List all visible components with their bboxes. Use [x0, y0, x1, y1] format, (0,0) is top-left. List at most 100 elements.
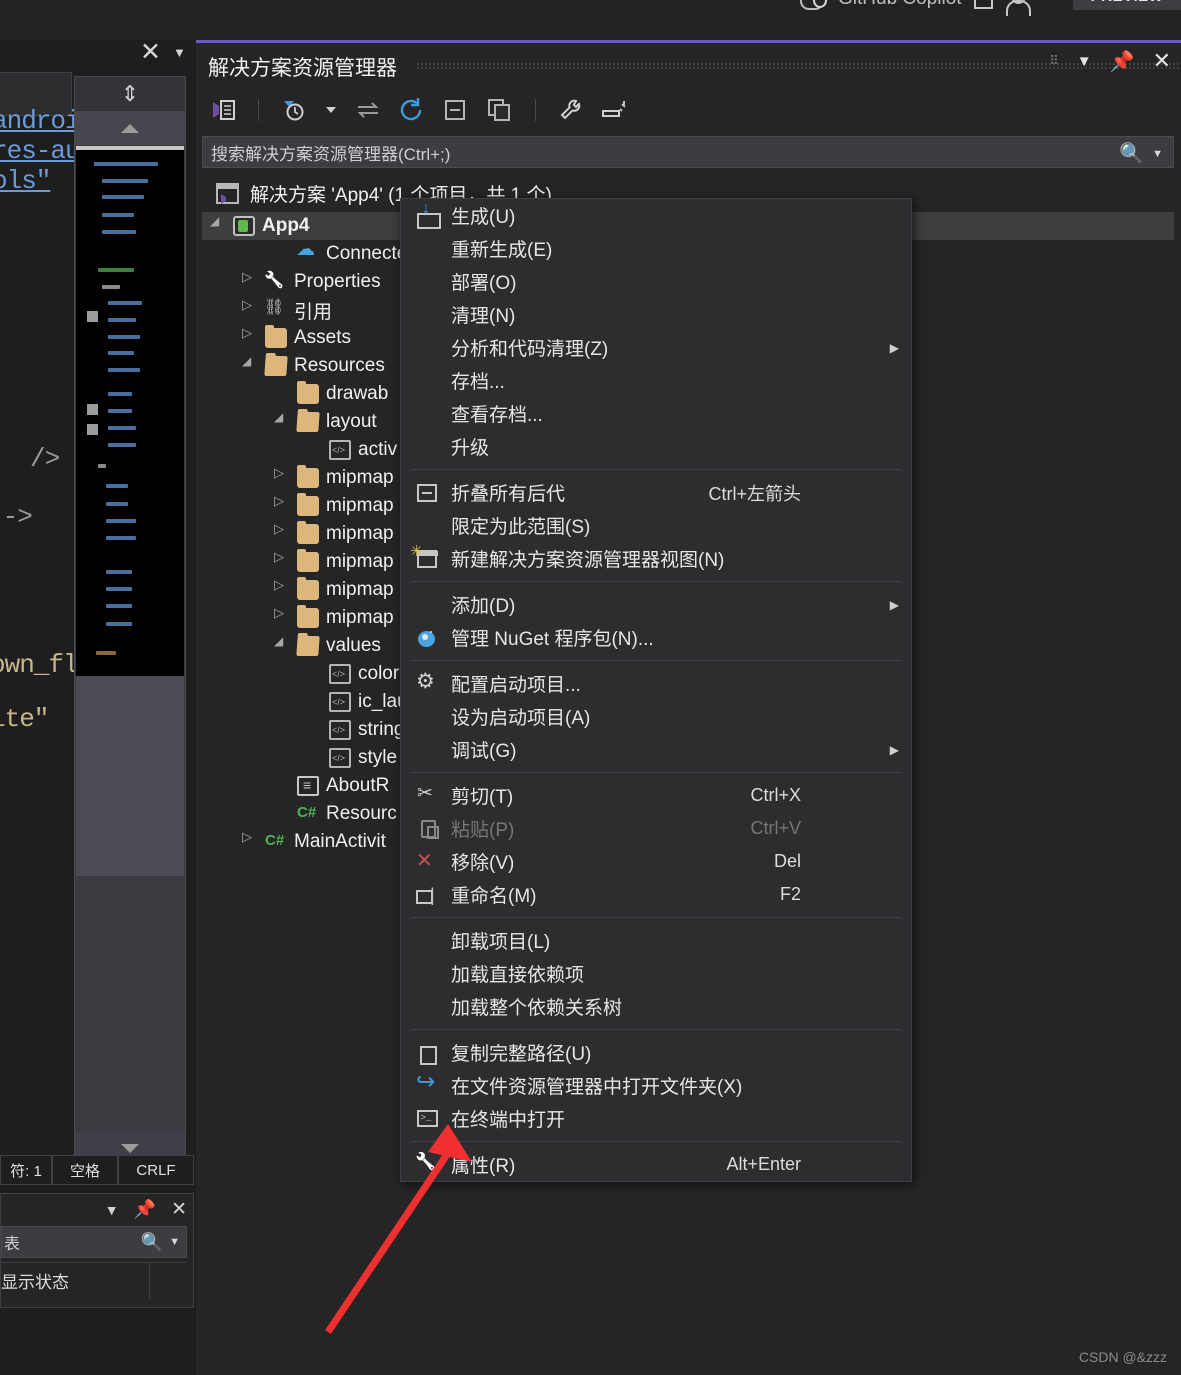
menu-item-20[interactable]: 重命名(M) F2: [401, 878, 911, 911]
menu-item-1[interactable]: 生成(U): [401, 199, 911, 232]
menu-icon-holder: [411, 878, 443, 911]
chevron-right-icon[interactable]: [274, 465, 290, 486]
close-icon[interactable]: ✕: [1153, 48, 1171, 74]
pin-icon[interactable]: 📌: [134, 1199, 156, 1220]
chevron-right-icon[interactable]: [274, 549, 290, 570]
menu-item-27[interactable]: 属性(R) Alt+Enter: [401, 1148, 911, 1181]
status-indent[interactable]: 空格: [52, 1155, 118, 1185]
splitter-handle-icon[interactable]: ⇕: [75, 77, 185, 111]
chevron-right-icon[interactable]: [242, 829, 258, 850]
menu-item-11[interactable]: 新建解决方案资源管理器视图(N): [401, 542, 911, 575]
tool-window-row[interactable]: 显示状态: [1, 1262, 187, 1299]
menu-item-label: 加载直接依赖项: [451, 965, 585, 986]
menu-item-5[interactable]: 分析和代码清理(Z) ▶: [401, 331, 911, 364]
expander-placeholder: [274, 806, 290, 822]
status-column[interactable]: 符: 1: [0, 1155, 52, 1185]
search-icon[interactable]: 🔍: [141, 1232, 163, 1253]
expander-placeholder: [306, 666, 322, 682]
pending-changes-filter-icon[interactable]: [279, 95, 309, 125]
account-icon[interactable]: [1005, 0, 1031, 16]
menu-item-16[interactable]: 调试(G) ▶: [401, 733, 911, 766]
panel-title: 解决方案资源管理器: [208, 57, 397, 80]
maximize-icon[interactable]: ⠿: [1049, 53, 1059, 69]
minimap-viewport-thumb[interactable]: [76, 676, 184, 876]
sync-with-active-document-icon[interactable]: [353, 95, 383, 125]
chevron-down-icon[interactable]: [242, 358, 258, 374]
menu-item-label: 重新生成(E): [451, 240, 553, 261]
chevron-down-icon[interactable]: [210, 218, 226, 234]
menu-item-8[interactable]: 升级: [401, 430, 911, 463]
code-fragment: />: [30, 444, 60, 474]
menu-item-10[interactable]: 限定为此范围(S): [401, 509, 911, 542]
menu-item-19[interactable]: 移除(V) Del: [401, 845, 911, 878]
menu-item-24[interactable]: 复制完整路径(U): [401, 1036, 911, 1069]
menu-item-label: 粘贴(P): [451, 820, 515, 841]
search-icon[interactable]: 🔍: [1119, 141, 1144, 166]
menu-item-label: 属性(R): [451, 1156, 516, 1177]
menu-item-23[interactable]: 加载整个依赖关系树: [401, 990, 911, 1023]
chevron-down-icon[interactable]: ▼: [169, 1236, 180, 1248]
menu-item-13[interactable]: 管理 NuGet 程序包(N)...: [401, 621, 911, 654]
menu-item-17[interactable]: 剪切(T) Ctrl+X: [401, 779, 911, 812]
chevron-down-icon[interactable]: ▼: [1152, 148, 1163, 160]
menu-item-21[interactable]: 卸载项目(L): [401, 924, 911, 957]
menu-item-shortcut: Ctrl+左箭头: [708, 483, 801, 504]
close-icon[interactable]: ✕: [171, 1198, 187, 1221]
menu-item-15[interactable]: 设为启动项目(A): [401, 700, 911, 733]
menu-item-12[interactable]: 添加(D) ▶: [401, 588, 911, 621]
copilot-header: GitHub Copilot: [800, 0, 1031, 16]
tree-item-label: 引用: [294, 301, 333, 323]
tree-item-label: App4: [262, 215, 310, 236]
menu-item-6[interactable]: 存档...: [401, 364, 911, 397]
open-folder-icon: [416, 1068, 438, 1096]
xml-file-icon: [329, 440, 351, 460]
menu-item-shortcut: Del: [773, 851, 801, 871]
menu-item-7[interactable]: 查看存档...: [401, 397, 911, 430]
menu-icon-holder: [411, 845, 443, 878]
menu-item-label: 调试(G): [451, 741, 517, 762]
chevron-right-icon[interactable]: [274, 577, 290, 598]
cut-icon: [416, 782, 438, 806]
solution-search-box[interactable]: 搜索解决方案资源管理器(Ctrl+;) 🔍 ▼: [202, 136, 1174, 168]
home-view-icon[interactable]: [208, 95, 238, 125]
menu-icon-holder: [411, 779, 443, 812]
editor-minimap[interactable]: ⇕: [74, 76, 186, 1160]
watermark: CSDN @&zzz: [1078, 1349, 1167, 1365]
chevron-right-icon[interactable]: [274, 521, 290, 542]
chevron-right-icon[interactable]: [242, 297, 258, 318]
panel-window-buttons: ⠿ ▼ 📌 ✕: [1049, 48, 1171, 74]
show-all-files-icon[interactable]: [485, 95, 515, 125]
preview-selected-items-icon[interactable]: [600, 95, 630, 125]
close-icon[interactable]: ✕: [140, 40, 161, 65]
text-file-icon: [297, 776, 319, 796]
chevron-down-icon[interactable]: ▼: [1077, 53, 1092, 70]
solution-explorer-toolbar: [196, 88, 1181, 132]
chevron-down-icon[interactable]: ▼: [105, 1202, 119, 1218]
menu-item-14[interactable]: 配置启动项目...: [401, 667, 911, 700]
pin-icon[interactable]: 📌: [1110, 49, 1135, 74]
chevron-right-icon[interactable]: [274, 493, 290, 514]
filter-dropdown-icon[interactable]: [323, 95, 339, 125]
chevron-right-icon[interactable]: [274, 605, 290, 626]
chevron-right-icon[interactable]: [242, 269, 258, 290]
menu-item-label: 重命名(M): [451, 886, 537, 907]
share-icon[interactable]: [973, 0, 994, 9]
menu-item-9[interactable]: 折叠所有后代 Ctrl+左箭头: [401, 476, 911, 509]
chevron-down-icon[interactable]: ▼: [173, 46, 186, 59]
chevron-down-icon[interactable]: [274, 638, 290, 654]
folder-icon: [297, 465, 319, 488]
menu-item-26[interactable]: 在终端中打开: [401, 1102, 911, 1135]
menu-item-22[interactable]: 加载直接依赖项: [401, 957, 911, 990]
chevron-down-icon[interactable]: [274, 414, 290, 430]
collapse-all-icon[interactable]: [441, 95, 471, 125]
chevron-right-icon[interactable]: [242, 325, 258, 346]
properties-icon[interactable]: [556, 95, 586, 125]
tool-window-search[interactable]: 表 🔍 ▼: [1, 1226, 187, 1258]
refresh-icon[interactable]: [397, 95, 427, 125]
menu-item-3[interactable]: 部署(O): [401, 265, 911, 298]
menu-item-25[interactable]: 在文件资源管理器中打开文件夹(X): [401, 1068, 911, 1102]
status-eol[interactable]: CRLF: [118, 1155, 194, 1185]
scroll-up-button[interactable]: [75, 111, 185, 145]
menu-item-4[interactable]: 清理(N): [401, 298, 911, 331]
menu-item-2[interactable]: 重新生成(E): [401, 232, 911, 265]
